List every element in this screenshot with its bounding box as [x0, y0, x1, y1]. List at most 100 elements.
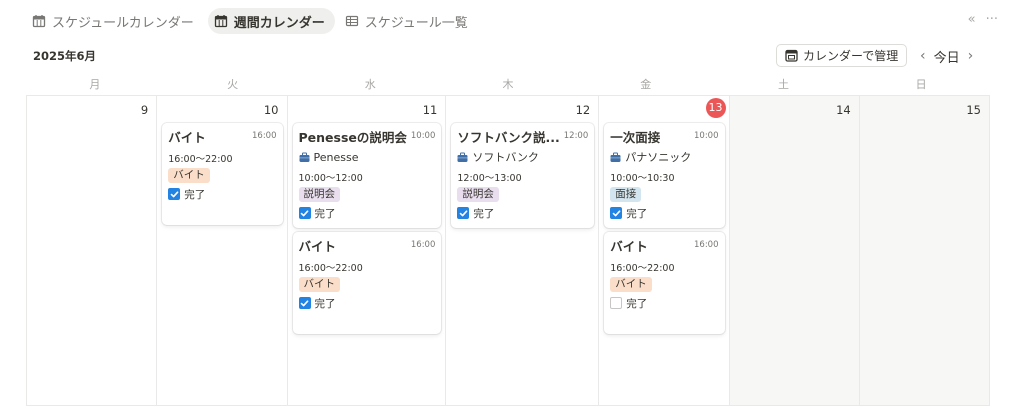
- weekday-tue: 火: [227, 78, 239, 91]
- view-tabs: スケジュールカレンダー 週間カレンダー スケジュール一覧: [26, 7, 478, 35]
- next-week-button[interactable]: ›: [968, 48, 974, 64]
- event-time: 12:00: [563, 131, 589, 141]
- tab-label: スケジュールカレンダー: [52, 15, 194, 31]
- calendar-icon: [32, 15, 46, 28]
- prev-week-button[interactable]: ‹: [920, 48, 926, 64]
- weekday-fri: 金: [640, 78, 652, 91]
- week-grid: 9 10 バイト 16:00 16:00〜22:00 バイト 完了 11 Pen…: [26, 95, 990, 406]
- event-time: 16:00: [694, 240, 719, 250]
- tab-schedule-calendar[interactable]: スケジュールカレンダー: [26, 8, 204, 34]
- event-card[interactable]: バイト 16:00 16:00〜22:00 バイト 完了: [162, 123, 283, 225]
- day-cell-fri[interactable]: 13 一次面接 10:00 パナソニック 10:00〜10:30 面接 完了 バ…: [599, 96, 730, 405]
- day-cell-wed[interactable]: 11 Penesseの説明会 10:00 Penesse 10:00〜12:00…: [288, 96, 447, 405]
- event-range: 16:00〜22:00: [610, 263, 675, 274]
- event-title: バイト: [610, 238, 648, 254]
- event-time: 10:00: [694, 131, 719, 141]
- event-time: 16:00: [252, 131, 277, 141]
- done-label: 完了: [626, 297, 648, 310]
- checkbox-icon: [457, 207, 470, 219]
- done-label: 完了: [626, 207, 648, 220]
- weekday-mon: 月: [89, 78, 101, 91]
- event-company: Penesse: [299, 150, 436, 164]
- top-right-actions: « ···: [968, 12, 998, 27]
- done-checkbox[interactable]: 完了: [298, 206, 436, 220]
- event-time: 16:00: [410, 240, 436, 250]
- done-label: 完了: [473, 207, 495, 220]
- weekday-sun: 日: [915, 78, 927, 91]
- tab-weekly-calendar[interactable]: 週間カレンダー: [207, 8, 335, 34]
- company-name: ソフトバンク: [472, 151, 539, 164]
- event-card[interactable]: Penesseの説明会 10:00 Penesse 10:00〜12:00 説明…: [292, 123, 442, 228]
- event-title: 一次面接: [610, 129, 661, 145]
- day-number: 15: [966, 103, 981, 117]
- event-card[interactable]: 一次面接 10:00 パナソニック 10:00〜10:30 面接 完了: [604, 123, 725, 228]
- tab-schedule-list[interactable]: スケジュール一覧: [339, 8, 478, 34]
- day-cell-sat[interactable]: 14: [729, 96, 860, 405]
- day-number: 11: [422, 103, 438, 117]
- calendar-icon: [214, 15, 227, 28]
- done-label: 完了: [184, 188, 206, 201]
- event-tag: バイト: [298, 277, 340, 292]
- checkbox-icon: [298, 297, 311, 309]
- done-checkbox[interactable]: 完了: [298, 296, 436, 310]
- today-button[interactable]: 今日: [934, 47, 960, 66]
- table-icon: [345, 15, 358, 27]
- event-range: 10:00〜10:30: [610, 173, 675, 184]
- event-company: パナソニック: [610, 150, 718, 164]
- checkbox-icon: [610, 207, 623, 219]
- weekday-wed: 水: [364, 78, 376, 91]
- day-number: 9: [140, 103, 149, 117]
- event-title: バイト: [298, 238, 337, 254]
- checkbox-icon: [168, 188, 181, 200]
- event-range: 16:00〜22:00: [298, 263, 363, 274]
- event-range: 16:00〜22:00: [168, 154, 233, 165]
- week-navigation: ‹ 今日 ›: [920, 45, 973, 67]
- day-number: 12: [575, 103, 591, 117]
- manage-in-calendar-button[interactable]: カレンダーで管理: [776, 44, 908, 67]
- more-icon[interactable]: ···: [986, 12, 998, 27]
- briefcase-icon: [610, 152, 621, 162]
- checkbox-icon: [610, 297, 623, 309]
- done-label: 完了: [314, 297, 336, 310]
- day-number: 10: [263, 103, 279, 117]
- day-cell-tue[interactable]: 10 バイト 16:00 16:00〜22:00 バイト 完了: [157, 96, 288, 405]
- month-label: 2025年6月: [33, 49, 97, 63]
- event-card[interactable]: バイト 16:00 16:00〜22:00 バイト 完了: [604, 232, 725, 334]
- tab-label: スケジュール一覧: [364, 15, 468, 31]
- today-day-number: 13: [705, 98, 726, 118]
- event-title: Penesseの説明会: [298, 129, 407, 145]
- day-cell-mon[interactable]: 9: [27, 96, 158, 405]
- day-cell-sun[interactable]: 15: [859, 96, 990, 405]
- event-tag: 面接: [610, 187, 642, 202]
- weekday-sat: 土: [777, 78, 789, 91]
- checkbox-icon: [298, 207, 311, 219]
- event-tag: バイト: [610, 277, 652, 292]
- event-tag: 説明会: [298, 187, 340, 202]
- event-range: 12:00〜13:00: [457, 173, 522, 184]
- event-tag: バイト: [168, 168, 210, 183]
- day-cell-thu[interactable]: 12 ソフトバンク説... 12:00 ソフトバンク 12:00〜13:00 説…: [446, 96, 600, 405]
- event-card[interactable]: バイト 16:00 16:00〜22:00 バイト 完了: [292, 232, 442, 334]
- done-label: 完了: [314, 207, 336, 220]
- briefcase-icon: [299, 152, 309, 162]
- event-tag: 説明会: [457, 187, 499, 202]
- company-name: Penesse: [313, 150, 359, 164]
- weekday-header: 月 火 水 木 金 土 日: [26, 76, 990, 92]
- manage-label: カレンダーで管理: [803, 49, 899, 63]
- tab-label: 週間カレンダー: [233, 15, 325, 31]
- done-checkbox[interactable]: 完了: [610, 206, 718, 220]
- company-name: パナソニック: [625, 151, 692, 164]
- collapse-icon[interactable]: «: [968, 12, 976, 27]
- event-range: 10:00〜12:00: [298, 173, 363, 184]
- day-number: 14: [836, 103, 851, 117]
- weekday-thu: 木: [502, 78, 514, 91]
- event-title: バイト: [168, 129, 206, 145]
- briefcase-icon: [457, 152, 468, 162]
- done-checkbox[interactable]: 完了: [457, 206, 588, 220]
- calendar-app-icon: [785, 49, 798, 62]
- event-time: 10:00: [410, 131, 436, 141]
- done-checkbox[interactable]: 完了: [168, 187, 276, 201]
- event-company: ソフトバンク: [457, 150, 588, 164]
- event-card[interactable]: ソフトバンク説... 12:00 ソフトバンク 12:00〜13:00 説明会 …: [451, 123, 595, 228]
- done-checkbox[interactable]: 完了: [610, 296, 718, 310]
